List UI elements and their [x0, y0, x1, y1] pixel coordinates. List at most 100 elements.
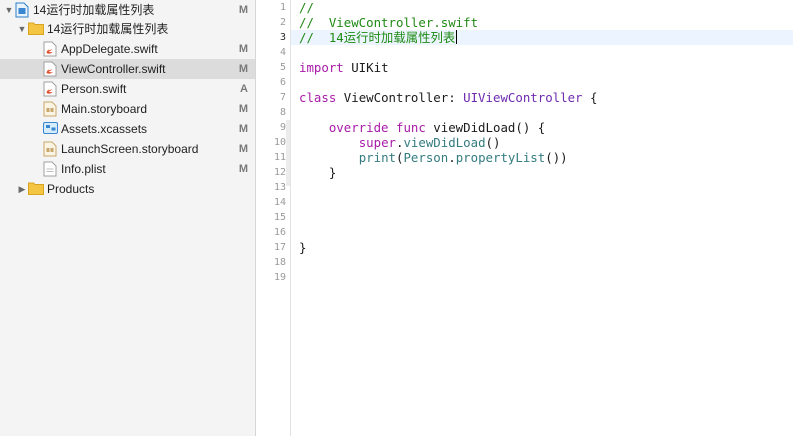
navigator-item[interactable]: LaunchScreen.storyboard M — [0, 139, 255, 159]
navigator-item[interactable]: Assets.xcassets M — [0, 119, 255, 139]
source-control-status-badge: A — [240, 83, 248, 95]
line-number: 6 — [279, 77, 286, 88]
plist-file-icon — [43, 161, 57, 177]
code-line[interactable]: // 14运行时加载属性列表 — [299, 30, 458, 45]
source-control-status-badge: M — [238, 123, 248, 135]
navigator-item-label: Info.plist — [61, 162, 106, 176]
code-token-type: UIViewController — [463, 90, 583, 105]
code-line[interactable]: } — [299, 240, 306, 255]
line-number: 9 — [279, 122, 286, 133]
source-control-status-badge: M — [238, 63, 248, 75]
navigator-item[interactable]: ▼ 14运行时加载属性列表 M — [0, 0, 255, 20]
source-editor[interactable]: 1 2 3 4 5 6 7 8 9 10 11 12 13 14 15 16 17 18 19 //// ViewC… — [256, 0, 793, 436]
project-file-icon — [15, 2, 29, 18]
code-token-comment: // ViewController.swift — [299, 15, 479, 30]
line-number: 1 — [279, 2, 286, 13]
navigator-item[interactable]: AppDelegate.swift M — [0, 39, 255, 59]
code-token-plain: { — [582, 90, 598, 105]
gutter-divider — [290, 0, 291, 436]
code-token-comment: // 14运行时加载属性列表 — [299, 30, 456, 45]
line-number: 11 — [273, 152, 286, 163]
line-number: 2 — [279, 17, 286, 28]
line-number: 14 — [273, 197, 286, 208]
code-token-plain: ()) — [545, 150, 568, 165]
disclosure-expanded-icon[interactable]: ▼ — [17, 19, 27, 39]
code-token-plain: } — [299, 165, 337, 180]
code-token-plain: . — [448, 150, 456, 165]
line-number: 18 — [273, 257, 286, 268]
navigator-item-label: 14运行时加载属性列表 — [33, 3, 155, 17]
source-control-status-badge: M — [238, 103, 248, 115]
disclosure-collapsed-icon[interactable]: ▶ — [17, 179, 27, 199]
code-token-plain: viewDidLoad() { — [425, 120, 546, 135]
code-token-project: print — [358, 150, 396, 165]
navigator-item[interactable]: Person.swift A — [0, 79, 255, 99]
code-token-plain: ViewController: — [336, 90, 464, 105]
line-number: 3 — [279, 32, 286, 43]
navigator-item-label: Products — [47, 182, 95, 196]
code-token-project: viewDidLoad — [403, 135, 486, 150]
storyboard-file-icon — [43, 101, 57, 117]
line-number: 7 — [279, 92, 286, 103]
code-token-plain: UIKit — [343, 60, 389, 75]
folder-icon — [28, 181, 44, 197]
line-number: 10 — [273, 137, 286, 148]
code-token-keyword: super — [358, 135, 396, 150]
line-number: 4 — [279, 47, 286, 58]
navigator-item-label: Assets.xcassets — [61, 122, 148, 136]
code-token-keyword: func — [396, 120, 426, 135]
source-control-status-badge: M — [238, 163, 248, 175]
line-number: 8 — [279, 107, 286, 118]
code-line[interactable]: // — [299, 0, 314, 15]
source-control-status-badge: M — [238, 143, 248, 155]
code-line[interactable]: import UIKit — [299, 60, 389, 75]
navigator-item[interactable]: ▼ 14运行时加载属性列表 — [0, 19, 255, 39]
swift-file-icon — [43, 41, 57, 57]
swift-file-icon — [43, 61, 57, 77]
code-line[interactable]: print(Person.propertyList()) — [299, 150, 568, 165]
code-line[interactable]: override func viewDidLoad() { — [299, 120, 545, 135]
line-number: 19 — [273, 272, 286, 283]
line-number: 12 — [273, 167, 286, 178]
navigator-item-label: AppDelegate.swift — [61, 42, 158, 56]
code-line[interactable]: super.viewDidLoad() — [299, 135, 501, 150]
line-number: 17 — [273, 242, 286, 253]
code-line[interactable]: } — [299, 165, 336, 180]
folder-icon — [28, 21, 44, 37]
code-line[interactable]: // ViewController.swift — [299, 15, 478, 30]
navigator-item-label: 14运行时加载属性列表 — [47, 22, 169, 36]
navigator-item[interactable]: ViewController.swift M — [0, 59, 255, 79]
line-number: 15 — [273, 212, 286, 223]
navigator-item-label: Main.storyboard — [61, 102, 148, 116]
storyboard-file-icon — [43, 141, 57, 157]
source-control-status-badge: M — [238, 43, 248, 55]
code-token-keyword: class — [299, 90, 337, 105]
code-line[interactable]: class ViewController: UIViewController { — [299, 90, 597, 105]
code-token-comment: // — [299, 0, 314, 15]
asset-catalog-icon — [43, 121, 58, 137]
code-token-keyword: override — [328, 120, 389, 135]
line-number: 13 — [273, 182, 286, 193]
navigator-item[interactable]: Main.storyboard M — [0, 99, 255, 119]
code-token-keyword: import — [299, 60, 344, 75]
navigator-item-label: ViewController.swift — [61, 62, 166, 76]
code-token-plain: () — [485, 135, 501, 150]
disclosure-expanded-icon[interactable]: ▼ — [4, 0, 14, 20]
line-number-gutter: 1 2 3 4 5 6 7 8 9 10 11 12 13 14 15 16 17 18 19 — [256, 0, 286, 436]
navigator-item-label: Person.swift — [61, 82, 127, 96]
code-token-project: Person — [403, 150, 449, 165]
text-cursor — [456, 30, 458, 44]
swift-file-icon — [43, 81, 57, 97]
source-control-status-badge: M — [238, 4, 248, 16]
project-navigator: ▼ 14运行时加载属性列表 M ▼ 14运行时加载属性列表 AppDelegate.swi… — [0, 0, 256, 436]
line-number: 5 — [279, 62, 286, 73]
navigator-item[interactable]: ▶ Products — [0, 179, 255, 199]
navigator-item[interactable]: Info.plist M — [0, 159, 255, 179]
navigator-item-label: LaunchScreen.storyboard — [61, 142, 199, 156]
code-token-project: propertyList — [455, 150, 546, 165]
line-number: 16 — [273, 227, 286, 238]
